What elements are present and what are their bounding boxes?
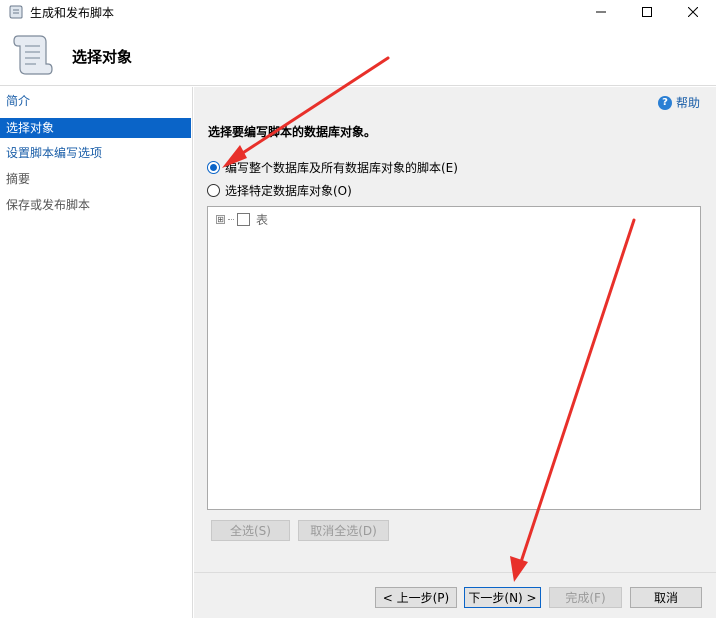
tree-item-checkbox[interactable] <box>237 213 250 226</box>
object-tree[interactable]: ⊞ 表 <box>207 206 701 510</box>
radio-button-selected[interactable] <box>207 161 220 174</box>
option-label: 选择特定数据库对象(O) <box>225 184 352 198</box>
wizard-header: 选择对象 <box>0 24 716 86</box>
wizard-nav: 简介 选择对象 设置脚本编写选项 摘要 保存或发布脚本 <box>0 87 193 618</box>
close-button[interactable] <box>670 0 716 24</box>
main-panel: ? 帮助 选择要编写脚本的数据库对象。 编写整个数据库及所有数据库对象的脚本(E… <box>194 87 716 618</box>
window-title: 生成和发布脚本 <box>30 6 115 20</box>
expand-icon[interactable]: ⊞ <box>216 215 225 224</box>
select-all-button[interactable]: 全选(S) <box>211 520 290 541</box>
nav-item-select-objects[interactable]: 选择对象 <box>0 118 191 138</box>
script-icon <box>9 5 23 19</box>
help-link[interactable]: ? 帮助 <box>657 94 700 111</box>
page-title: 选择对象 <box>72 48 133 66</box>
radio-button[interactable] <box>207 184 220 197</box>
next-button[interactable]: 下一步(N) > <box>464 587 541 608</box>
nav-item-intro[interactable]: 简介 <box>0 91 191 111</box>
nav-item-save-publish[interactable]: 保存或发布脚本 <box>0 195 191 215</box>
scroll-icon <box>13 35 53 75</box>
option-whole-database[interactable]: 编写整个数据库及所有数据库对象的脚本(E) <box>207 159 458 176</box>
minimize-button[interactable] <box>578 0 624 24</box>
cancel-button[interactable]: 取消 <box>630 587 702 608</box>
nav-item-summary[interactable]: 摘要 <box>0 169 191 189</box>
close-icon <box>688 7 698 17</box>
option-specific-objects[interactable]: 选择特定数据库对象(O) <box>207 182 352 199</box>
title-bar: 生成和发布脚本 <box>0 0 716 24</box>
maximize-icon <box>642 7 652 17</box>
option-label: 编写整个数据库及所有数据库对象的脚本(E) <box>225 161 458 175</box>
maximize-button[interactable] <box>624 0 670 24</box>
tree-connector <box>228 219 234 220</box>
help-label: 帮助 <box>675 96 700 110</box>
tree-item-tables[interactable]: ⊞ 表 <box>216 211 268 228</box>
minimize-icon <box>596 11 606 13</box>
help-icon: ? <box>657 95 672 110</box>
footer-divider <box>194 572 716 573</box>
instruction-text: 选择要编写脚本的数据库对象。 <box>208 125 377 139</box>
finish-button[interactable]: 完成(F) <box>549 587 622 608</box>
tree-item-label: 表 <box>256 213 269 227</box>
previous-button[interactable]: < 上一步(P) <box>375 587 457 608</box>
deselect-all-button[interactable]: 取消全选(D) <box>298 520 389 541</box>
nav-item-scripting-options[interactable]: 设置脚本编写选项 <box>0 143 191 163</box>
